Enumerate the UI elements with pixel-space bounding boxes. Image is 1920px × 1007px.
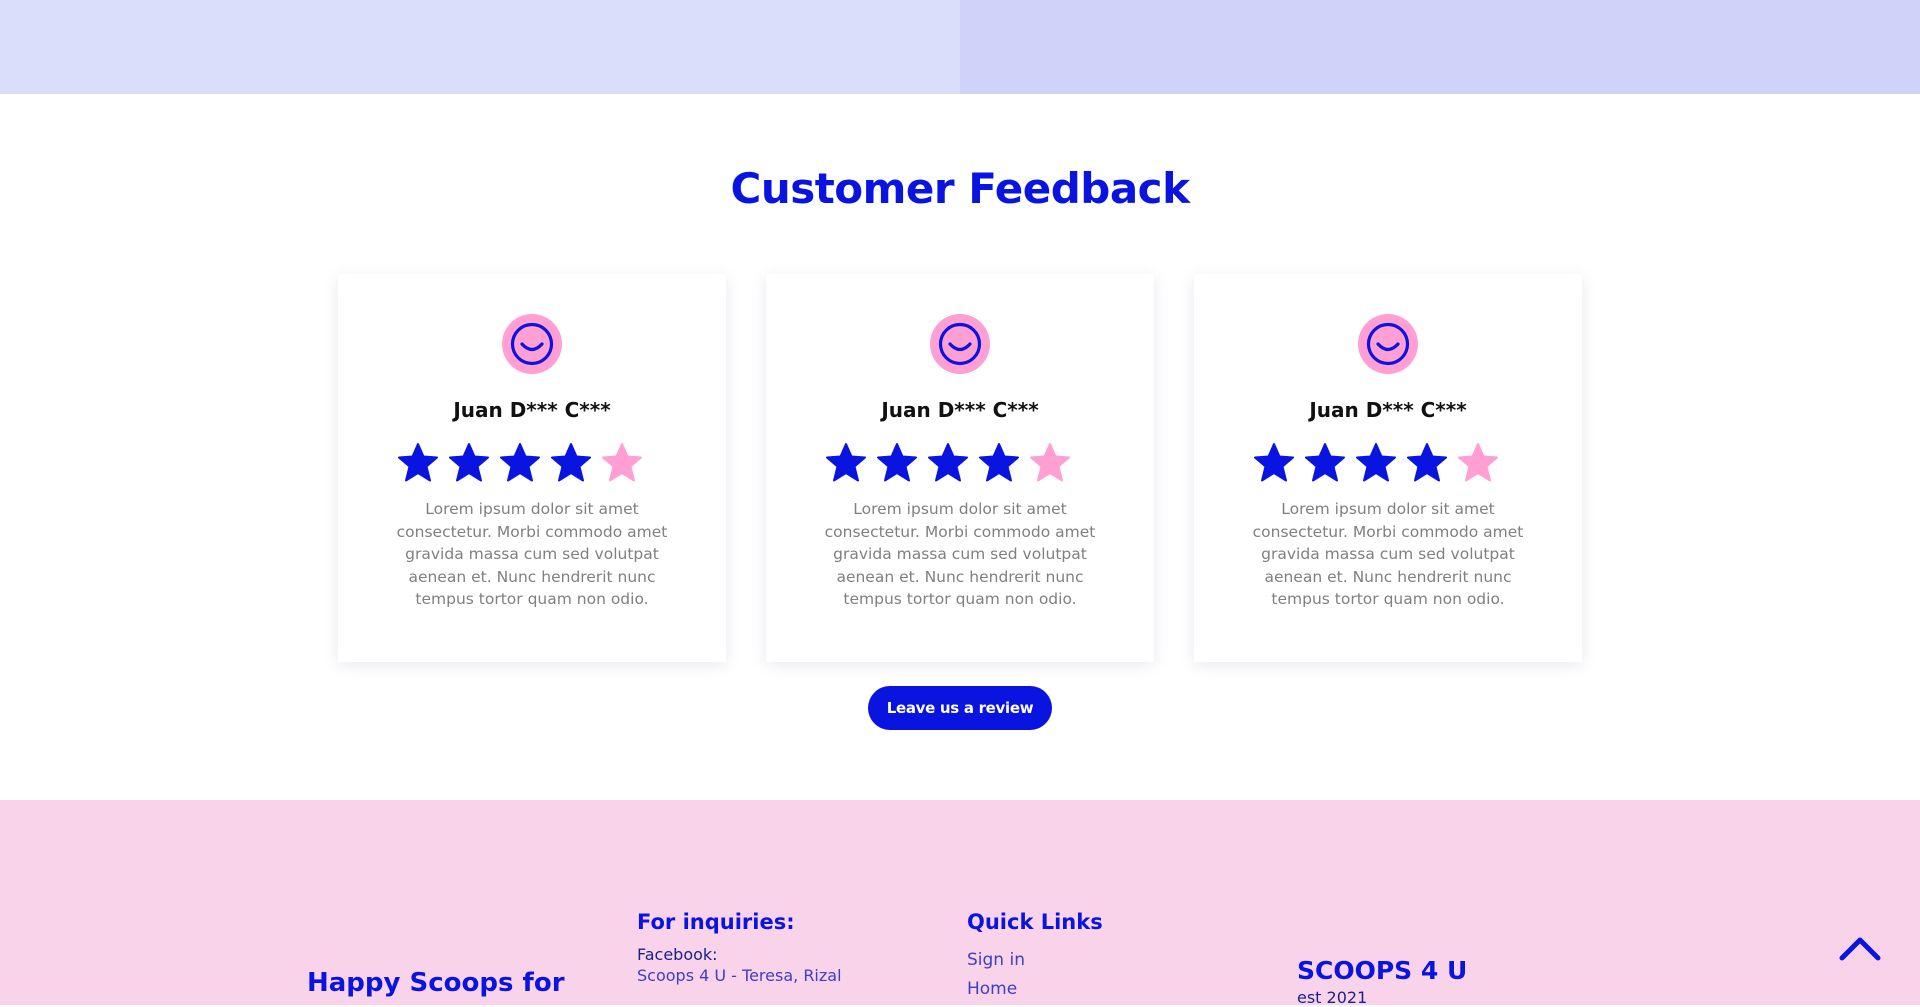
quick-link-sign-in[interactable]: Sign in [967, 950, 1025, 970]
footer: Happy Scoops for For inquiries: Facebook… [0, 800, 1920, 1007]
star-icon [398, 443, 438, 482]
brand-established: est 2021 [1297, 988, 1368, 1007]
reviewer-name: Juan D*** C*** [453, 398, 611, 422]
leave-review-button[interactable]: Leave us a review [868, 686, 1052, 730]
star-icon [500, 443, 540, 482]
chevron-up-icon[interactable] [1836, 930, 1884, 966]
star-icon [1407, 443, 1447, 482]
inquiries-heading: For inquiries: [637, 910, 795, 934]
star-rating [1254, 442, 1522, 486]
smiley-face-icon [930, 314, 990, 374]
star-icon [1458, 443, 1498, 482]
footer-tagline: Happy Scoops for [307, 968, 565, 998]
star-icon [877, 443, 917, 482]
review-card: Juan D*** C*** Lorem ipsum dolor sit ame… [766, 274, 1154, 662]
star-icon [979, 443, 1019, 482]
star-icon [602, 443, 642, 482]
star-icon [1356, 443, 1396, 482]
review-text: Lorem ipsum dolor sit amet consectetur. … [824, 500, 1096, 608]
reviewer-name: Juan D*** C*** [1309, 398, 1467, 422]
reviewer-name: Juan D*** C*** [881, 398, 1039, 422]
star-icon [1030, 443, 1070, 482]
star-rating [398, 442, 666, 486]
facebook-label: Facebook: [637, 945, 718, 964]
quick-link-home[interactable]: Home [967, 979, 1017, 999]
smiley-face-icon [1358, 314, 1418, 374]
star-icon [551, 443, 591, 482]
quick-links-heading: Quick Links [967, 910, 1103, 934]
top-banner-left [0, 0, 960, 94]
facebook-link[interactable]: Scoops 4 U - Teresa, Rizal [637, 966, 842, 985]
smiley-face-icon [502, 314, 562, 374]
review-card: Juan D*** C*** Lorem ipsum dolor sit ame… [338, 274, 726, 662]
star-rating [826, 442, 1094, 486]
brand-name: SCOOPS 4 U [1297, 956, 1468, 985]
review-card: Juan D*** C*** Lorem ipsum dolor sit ame… [1194, 274, 1582, 662]
star-icon [826, 443, 866, 482]
star-icon [449, 443, 489, 482]
review-text: Lorem ipsum dolor sit amet consectetur. … [396, 500, 668, 608]
top-banner [0, 0, 1920, 94]
star-icon [928, 443, 968, 482]
section-title: Customer Feedback [730, 164, 1191, 213]
star-icon [1305, 443, 1345, 482]
star-icon [1254, 443, 1294, 482]
review-text: Lorem ipsum dolor sit amet consectetur. … [1252, 500, 1524, 608]
top-banner-right [960, 0, 1920, 94]
